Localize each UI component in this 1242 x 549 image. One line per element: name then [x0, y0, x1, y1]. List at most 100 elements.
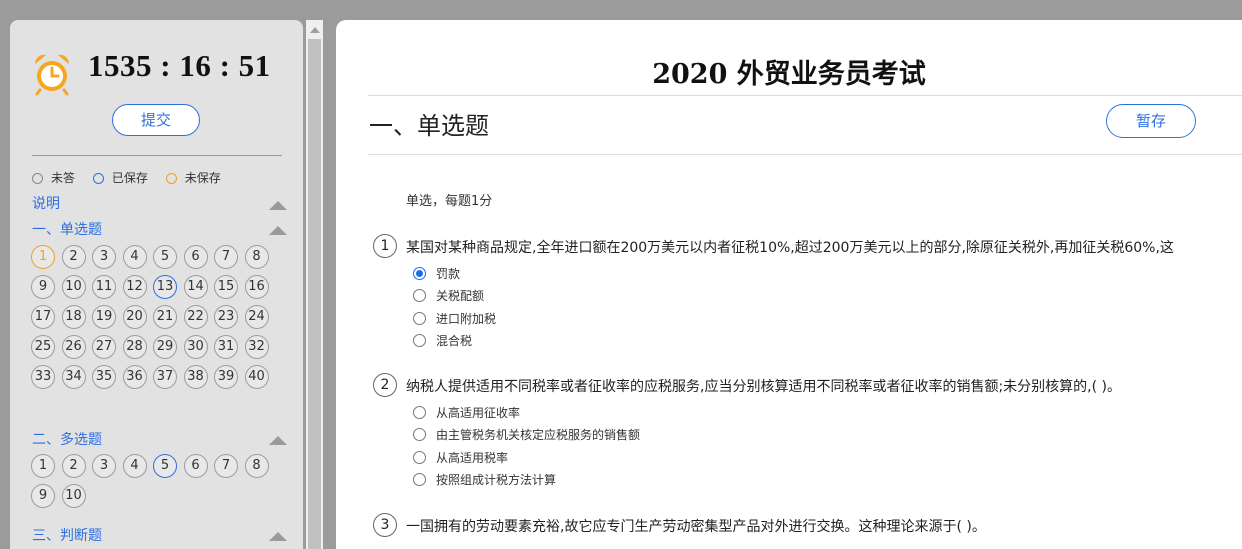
question-text: 某国对某种商品规定,全年进口额在200万美元以内者征税10%,超过200万美元以… [406, 240, 1174, 256]
radio[interactable] [413, 451, 426, 464]
question-nav-1-28[interactable]: 28 [122, 335, 147, 359]
question-text: 一国拥有的劳动要素充裕,故它应专门生产劳动密集型产品对外进行交换。这种理论来源于… [406, 519, 986, 535]
question-nav-1-38[interactable]: 38 [183, 365, 208, 389]
question-nav-2-2[interactable]: 2 [61, 454, 86, 478]
explain-link[interactable]: 说明 [32, 193, 60, 213]
option-label: 从高适用税率 [436, 451, 509, 465]
collapse-single-icon[interactable] [269, 226, 287, 235]
question-number: 2 [373, 373, 397, 397]
collapse-multi-icon[interactable] [269, 436, 287, 445]
question-nav-1-16[interactable]: 16 [244, 275, 269, 299]
question-nav-1-9[interactable]: 9 [31, 275, 55, 299]
option-label: 由主管税务机关核定应税服务的销售额 [436, 428, 641, 442]
question-nav-1-19[interactable]: 19 [92, 305, 116, 329]
question-nav-1-31[interactable]: 31 [214, 335, 238, 359]
question-number: 1 [373, 234, 397, 258]
countdown-timer: 1535 : 16 : 51 [88, 48, 271, 83]
section-instructions: 单选，每题1分 [406, 194, 493, 209]
question-nav-1-22[interactable]: 22 [183, 305, 208, 329]
question-nav-1-2[interactable]: 2 [61, 245, 86, 269]
legend-saved-dot [92, 173, 104, 184]
legend-unsaved-dot [165, 173, 177, 184]
scroll-up-arrow-icon[interactable] [310, 27, 320, 33]
question-nav-2-9[interactable]: 9 [31, 484, 55, 508]
radio[interactable] [413, 428, 426, 441]
question-nav-1-5[interactable]: 5 [153, 245, 177, 269]
section-heading: 一、单选题 [369, 112, 489, 140]
question-nav-1-11[interactable]: 11 [92, 275, 116, 299]
question-nav-1-24[interactable]: 24 [244, 305, 269, 329]
radio[interactable] [413, 289, 426, 302]
radio[interactable] [413, 406, 426, 419]
option-label: 罚款 [436, 267, 461, 281]
question-nav-2-8[interactable]: 8 [244, 454, 269, 478]
question-nav-1-39[interactable]: 39 [214, 365, 238, 389]
question-nav-1-32[interactable]: 32 [244, 335, 269, 359]
section-title-single[interactable]: 一、单选题 [32, 219, 102, 239]
question-nav-2-3[interactable]: 3 [92, 454, 116, 478]
option-label: 进口附加税 [436, 312, 497, 326]
exam-title: 2020 外贸业务员考试 [652, 59, 926, 90]
question-nav-1-4[interactable]: 4 [122, 245, 147, 269]
sidebar-scrollbar-thumb[interactable] [308, 39, 321, 549]
question-number: 3 [373, 513, 397, 537]
question-nav-1-7[interactable]: 7 [214, 245, 238, 269]
option-label: 按照组成计税方法计算 [436, 473, 557, 487]
question-nav-1-35[interactable]: 35 [92, 365, 116, 389]
legend-unsaved: 未保存 [165, 169, 221, 186]
question-nav-1-12[interactable]: 12 [122, 275, 147, 299]
question-nav-1-29[interactable]: 29 [153, 335, 177, 359]
save-draft-button[interactable]: 暂存 [1106, 104, 1196, 138]
section-title-multi[interactable]: 二、多选题 [32, 429, 102, 449]
question-nav-1-3[interactable]: 3 [92, 245, 116, 269]
option-label: 混合税 [436, 334, 473, 348]
legend-saved: 已保存 [92, 169, 148, 186]
question-nav-1-17[interactable]: 17 [31, 305, 55, 329]
title-divider [368, 95, 1242, 96]
question-nav-1-37[interactable]: 37 [153, 365, 177, 389]
question-nav-1-10[interactable]: 10 [61, 275, 86, 299]
option-label: 从高适用征收率 [436, 406, 521, 420]
question-nav-1-40[interactable]: 40 [244, 365, 269, 389]
option-label: 关税配额 [436, 289, 485, 303]
legend-unanswered-dot [32, 173, 43, 184]
question-nav-1-1[interactable]: 1 [31, 245, 55, 269]
submit-button[interactable]: 提交 [112, 104, 200, 136]
radio-selected[interactable] [413, 267, 426, 280]
answer-sheet-sidebar: 1535 : 16 : 51 提交 未答 已保存 未保存 说明 一、单选题 12… [10, 20, 303, 549]
question-nav-2-4[interactable]: 4 [122, 454, 147, 478]
question-nav-1-27[interactable]: 27 [92, 335, 116, 359]
question-nav-2-1[interactable]: 1 [31, 454, 55, 478]
question-nav-1-23[interactable]: 23 [214, 305, 238, 329]
question-nav-1-30[interactable]: 30 [183, 335, 208, 359]
question-text: 纳税人提供适用不同税率或者征收率的应税服务,应当分别核算适用不同税率或者征收率的… [406, 379, 1121, 395]
question-nav-1-6[interactable]: 6 [183, 245, 208, 269]
question-nav-1-8[interactable]: 8 [244, 245, 269, 269]
question-nav-1-13[interactable]: 13 [153, 275, 177, 299]
multi-choice-grid: 1 2 3 4 5 6 7 8 9 10 [31, 454, 281, 514]
question-nav-1-20[interactable]: 20 [122, 305, 147, 329]
radio[interactable] [413, 473, 426, 486]
question-nav-2-7[interactable]: 7 [214, 454, 238, 478]
heading-divider [368, 154, 1242, 155]
question-nav-1-25[interactable]: 25 [31, 335, 55, 359]
collapse-judge-icon[interactable] [269, 532, 287, 541]
question-nav-1-14[interactable]: 14 [183, 275, 208, 299]
section-title-judge[interactable]: 三、判断题 [32, 525, 102, 545]
status-legend: 未答 已保存 未保存 [32, 169, 235, 185]
legend-unanswered: 未答 [32, 169, 75, 186]
question-nav-1-26[interactable]: 26 [61, 335, 86, 359]
question-nav-1-36[interactable]: 36 [122, 365, 147, 389]
question-nav-1-34[interactable]: 34 [61, 365, 86, 389]
collapse-explain-icon[interactable] [269, 201, 287, 210]
question-nav-2-6[interactable]: 6 [183, 454, 208, 478]
radio[interactable] [413, 334, 426, 347]
question-nav-2-5[interactable]: 5 [153, 454, 177, 478]
question-nav-1-33[interactable]: 33 [31, 365, 55, 389]
question-nav-1-21[interactable]: 21 [153, 305, 177, 329]
question-nav-1-15[interactable]: 15 [214, 275, 238, 299]
sidebar-divider [32, 155, 282, 156]
radio[interactable] [413, 312, 426, 325]
question-nav-2-10[interactable]: 10 [61, 484, 86, 508]
question-nav-1-18[interactable]: 18 [61, 305, 86, 329]
